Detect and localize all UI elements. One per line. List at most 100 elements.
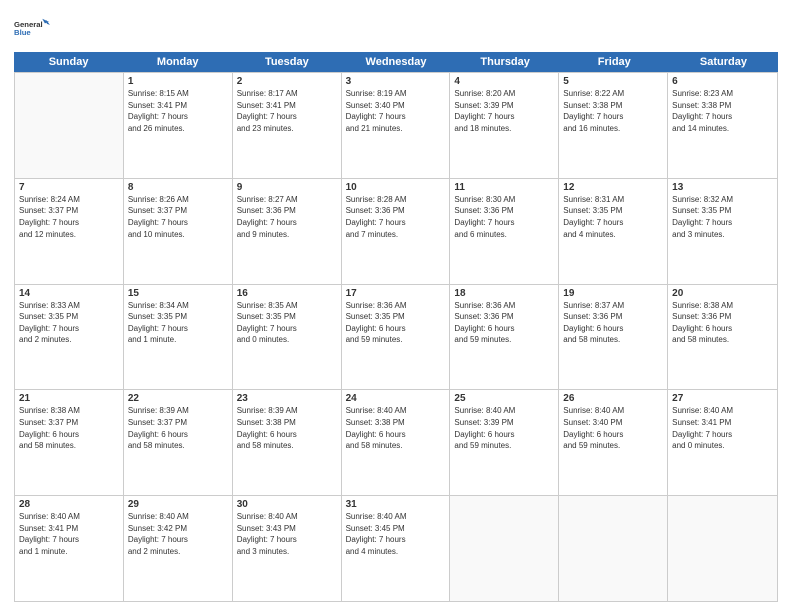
cell-line: Daylight: 7 hours (237, 534, 337, 546)
cell-line: Sunset: 3:36 PM (346, 205, 446, 217)
cell-line: Sunrise: 8:23 AM (672, 88, 773, 100)
cell-line: Daylight: 7 hours (346, 534, 446, 546)
cell-line: Sunset: 3:37 PM (19, 417, 119, 429)
day-cell-2: 2Sunrise: 8:17 AMSunset: 3:41 PMDaylight… (233, 73, 342, 178)
cell-line: Daylight: 6 hours (454, 323, 554, 335)
day-number: 23 (237, 393, 337, 404)
day-cell-6: 6Sunrise: 8:23 AMSunset: 3:38 PMDaylight… (668, 73, 777, 178)
cell-line: Daylight: 7 hours (346, 217, 446, 229)
cell-line: Daylight: 7 hours (563, 111, 663, 123)
calendar-body: 1Sunrise: 8:15 AMSunset: 3:41 PMDaylight… (14, 73, 778, 602)
cell-line: Sunrise: 8:37 AM (563, 300, 663, 312)
cell-line: Daylight: 7 hours (454, 111, 554, 123)
day-number: 8 (128, 182, 228, 193)
header: General Blue (14, 10, 778, 46)
cell-line: Sunrise: 8:40 AM (563, 405, 663, 417)
cell-line: Daylight: 6 hours (346, 429, 446, 441)
day-number: 14 (19, 288, 119, 299)
cell-line: and 2 minutes. (128, 546, 228, 558)
day-number: 18 (454, 288, 554, 299)
cell-line: Daylight: 7 hours (19, 217, 119, 229)
cell-line: and 26 minutes. (128, 123, 228, 135)
day-cell-25: 25Sunrise: 8:40 AMSunset: 3:39 PMDayligh… (450, 390, 559, 495)
cell-line: and 10 minutes. (128, 229, 228, 241)
day-number: 3 (346, 76, 446, 87)
cell-line: Sunrise: 8:27 AM (237, 194, 337, 206)
cell-line: and 58 minutes. (346, 440, 446, 452)
cell-line: Sunset: 3:35 PM (672, 205, 773, 217)
calendar-week-2: 14Sunrise: 8:33 AMSunset: 3:35 PMDayligh… (15, 285, 777, 391)
cell-line: and 16 minutes. (563, 123, 663, 135)
cell-line: Sunset: 3:39 PM (454, 417, 554, 429)
cell-line: Daylight: 6 hours (346, 323, 446, 335)
day-number: 28 (19, 499, 119, 510)
day-header-thursday: Thursday (451, 52, 560, 72)
cell-line: Sunrise: 8:40 AM (346, 511, 446, 523)
day-header-sunday: Sunday (14, 52, 123, 72)
cell-line: Sunrise: 8:40 AM (19, 511, 119, 523)
day-cell-15: 15Sunrise: 8:34 AMSunset: 3:35 PMDayligh… (124, 285, 233, 390)
day-cell-12: 12Sunrise: 8:31 AMSunset: 3:35 PMDayligh… (559, 179, 668, 284)
day-cell-27: 27Sunrise: 8:40 AMSunset: 3:41 PMDayligh… (668, 390, 777, 495)
day-number: 25 (454, 393, 554, 404)
day-number: 24 (346, 393, 446, 404)
cell-line: Daylight: 6 hours (563, 429, 663, 441)
day-cell-14: 14Sunrise: 8:33 AMSunset: 3:35 PMDayligh… (15, 285, 124, 390)
cell-line: Sunrise: 8:19 AM (346, 88, 446, 100)
calendar-week-4: 28Sunrise: 8:40 AMSunset: 3:41 PMDayligh… (15, 496, 777, 601)
cell-line: Daylight: 6 hours (19, 429, 119, 441)
day-cell-28: 28Sunrise: 8:40 AMSunset: 3:41 PMDayligh… (15, 496, 124, 601)
cell-line: Sunset: 3:35 PM (346, 311, 446, 323)
cell-line: and 3 minutes. (672, 229, 773, 241)
day-cell-21: 21Sunrise: 8:38 AMSunset: 3:37 PMDayligh… (15, 390, 124, 495)
cell-line: Sunset: 3:38 PM (237, 417, 337, 429)
day-number: 16 (237, 288, 337, 299)
calendar-header: SundayMondayTuesdayWednesdayThursdayFrid… (14, 52, 778, 73)
day-number: 12 (563, 182, 663, 193)
day-cell-9: 9Sunrise: 8:27 AMSunset: 3:36 PMDaylight… (233, 179, 342, 284)
cell-line: and 58 minutes. (19, 440, 119, 452)
empty-cell (15, 73, 124, 178)
day-cell-17: 17Sunrise: 8:36 AMSunset: 3:35 PMDayligh… (342, 285, 451, 390)
cell-line: Sunrise: 8:40 AM (346, 405, 446, 417)
empty-cell (559, 496, 668, 601)
cell-line: Sunrise: 8:26 AM (128, 194, 228, 206)
cell-line: Sunset: 3:37 PM (19, 205, 119, 217)
logo-svg: General Blue (14, 10, 50, 46)
cell-line: Sunrise: 8:39 AM (237, 405, 337, 417)
cell-line: Sunrise: 8:40 AM (237, 511, 337, 523)
cell-line: Daylight: 7 hours (128, 111, 228, 123)
day-number: 9 (237, 182, 337, 193)
cell-line: Daylight: 6 hours (454, 429, 554, 441)
cell-line: and 23 minutes. (237, 123, 337, 135)
cell-line: Sunset: 3:37 PM (128, 417, 228, 429)
cell-line: Sunrise: 8:39 AM (128, 405, 228, 417)
cell-line: and 58 minutes. (128, 440, 228, 452)
cell-line: Sunrise: 8:17 AM (237, 88, 337, 100)
day-number: 13 (672, 182, 773, 193)
cell-line: Daylight: 6 hours (237, 429, 337, 441)
day-number: 27 (672, 393, 773, 404)
day-header-friday: Friday (560, 52, 669, 72)
day-cell-30: 30Sunrise: 8:40 AMSunset: 3:43 PMDayligh… (233, 496, 342, 601)
day-number: 22 (128, 393, 228, 404)
cell-line: Daylight: 7 hours (672, 217, 773, 229)
cell-line: Sunset: 3:45 PM (346, 523, 446, 535)
cell-line: Daylight: 6 hours (563, 323, 663, 335)
cell-line: Sunrise: 8:35 AM (237, 300, 337, 312)
cell-line: and 2 minutes. (19, 334, 119, 346)
svg-text:General: General (14, 20, 43, 29)
cell-line: Sunrise: 8:22 AM (563, 88, 663, 100)
cell-line: Sunset: 3:41 PM (128, 100, 228, 112)
cell-line: Sunset: 3:40 PM (346, 100, 446, 112)
cell-line: Sunrise: 8:38 AM (672, 300, 773, 312)
cell-line: Sunset: 3:38 PM (346, 417, 446, 429)
cell-line: Daylight: 7 hours (237, 111, 337, 123)
cell-line: Daylight: 7 hours (563, 217, 663, 229)
day-number: 4 (454, 76, 554, 87)
calendar: SundayMondayTuesdayWednesdayThursdayFrid… (14, 52, 778, 602)
cell-line: Sunrise: 8:40 AM (454, 405, 554, 417)
svg-text:Blue: Blue (14, 28, 31, 37)
day-number: 6 (672, 76, 773, 87)
cell-line: Sunset: 3:36 PM (454, 205, 554, 217)
